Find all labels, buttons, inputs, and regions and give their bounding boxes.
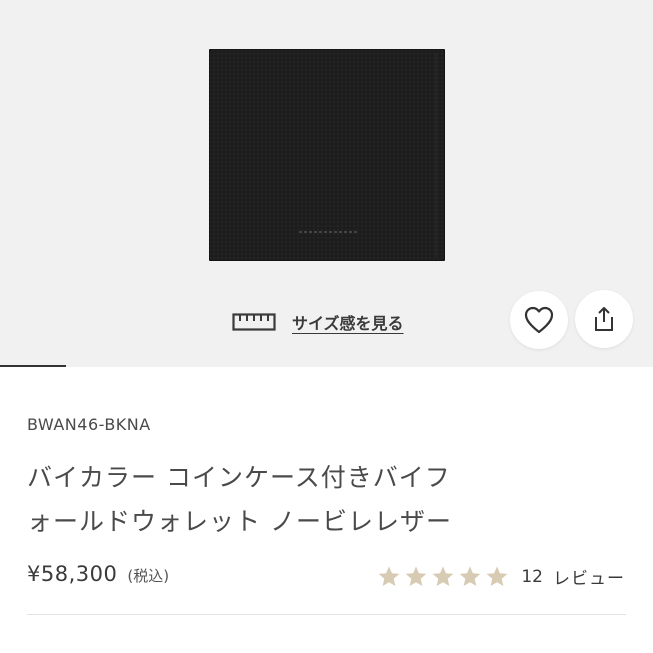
product-sku: BWAN46-BKNA xyxy=(27,415,151,434)
price-row: ¥58,300 (税込) xyxy=(27,562,169,586)
rating-summary[interactable]: 12 レビュー xyxy=(377,564,625,589)
favorite-button[interactable] xyxy=(510,291,568,349)
share-button[interactable] xyxy=(575,290,633,348)
heart-icon xyxy=(524,306,554,334)
image-slide-indicator xyxy=(0,365,66,367)
star-icon xyxy=(433,566,454,586)
tax-note: (税込) xyxy=(127,567,170,585)
product-title-line: ォールドウォレット ノービレレザー xyxy=(27,507,452,536)
review-link[interactable]: レビュー xyxy=(553,564,625,589)
product-title: バイカラー コインケース付きバイフ ォールドウォレット ノービレレザー xyxy=(27,456,587,544)
star-icon xyxy=(487,566,508,586)
size-guide-link[interactable]: サイズ感を見る xyxy=(232,310,404,334)
rating-stars xyxy=(377,565,509,589)
product-title-line: バイカラー コインケース付きバイフ xyxy=(27,463,451,492)
star-icon xyxy=(379,566,400,586)
product-image-area: サイズ感を見る xyxy=(0,0,653,367)
size-guide-label[interactable]: サイズ感を見る xyxy=(292,310,404,334)
review-count: 12 xyxy=(521,566,543,587)
product-image-wallet[interactable] xyxy=(209,49,445,261)
star-icon xyxy=(460,566,481,586)
star-icon xyxy=(406,566,427,586)
ruler-icon xyxy=(232,313,276,331)
share-icon xyxy=(595,307,613,331)
divider xyxy=(27,614,626,615)
product-price: ¥58,300 xyxy=(27,562,118,586)
